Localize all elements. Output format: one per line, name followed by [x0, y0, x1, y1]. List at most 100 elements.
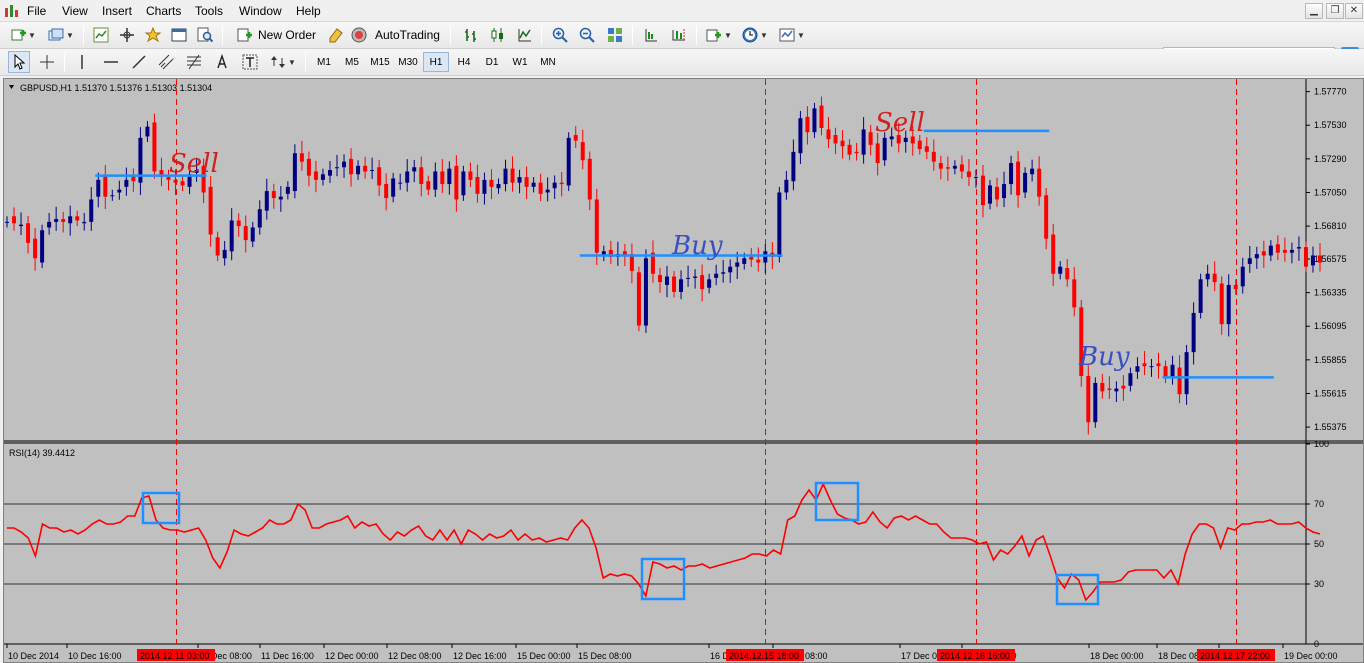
- new-chart-button[interactable]: ▼: [6, 24, 40, 46]
- periods-button[interactable]: ▼: [739, 24, 771, 46]
- tile-windows-button[interactable]: [604, 24, 626, 46]
- timeframe-w1[interactable]: W1: [507, 52, 533, 72]
- candle-body: [5, 221, 9, 223]
- time-tick-label: 12 Dec 00:00: [325, 651, 379, 661]
- candle-body: [433, 171, 438, 190]
- price-tick-label: 1.55375: [1314, 422, 1347, 432]
- candle-body: [1093, 382, 1098, 423]
- market-watch-button[interactable]: [90, 24, 112, 46]
- vline-time-label: 2014.12.11 03:00: [140, 651, 209, 661]
- menu-tools[interactable]: Tools: [195, 4, 223, 18]
- timeframe-mn[interactable]: MN: [535, 52, 561, 72]
- candle-body: [440, 171, 445, 185]
- autoscroll-button[interactable]: [668, 24, 690, 46]
- candle-body: [12, 216, 17, 224]
- tester-button[interactable]: [194, 24, 216, 46]
- menu-window[interactable]: Window: [239, 4, 282, 18]
- price-tick-label: 1.56810: [1314, 221, 1347, 231]
- new-order-button[interactable]: New Order: [236, 24, 320, 46]
- cursor-button[interactable]: [8, 51, 30, 73]
- equidistant-channel-button[interactable]: [155, 51, 177, 73]
- candle-body: [1170, 364, 1175, 378]
- candle-body: [966, 171, 971, 178]
- candle-body: [503, 168, 508, 185]
- candlestick-button[interactable]: [487, 24, 509, 46]
- chart-window[interactable]: 1.57770 1.57530 1.57290 1.57050 1.56810 1.565…: [3, 78, 1364, 663]
- timeframe-m30[interactable]: M30: [395, 52, 421, 72]
- candle-body: [995, 186, 1000, 200]
- chart-canvas[interactable]: 1.577701.575301.572901.570501.568101.565…: [4, 79, 1363, 662]
- restore-button[interactable]: ❐: [1326, 3, 1344, 19]
- candle-body: [791, 151, 796, 182]
- navigator-button[interactable]: [116, 24, 138, 46]
- zoom-in-button[interactable]: [549, 24, 571, 46]
- menu-charts[interactable]: Charts: [146, 4, 181, 18]
- candle-body: [384, 184, 389, 199]
- timeframe-h4[interactable]: H4: [451, 52, 477, 72]
- candle-body: [587, 158, 592, 200]
- timeframe-m5[interactable]: M5: [339, 52, 365, 72]
- candle-body: [1023, 172, 1028, 193]
- candle-body: [819, 105, 824, 129]
- price-tick-label: 1.57290: [1314, 154, 1347, 164]
- menu-file[interactable]: File: [27, 4, 46, 18]
- text-button[interactable]: [211, 51, 233, 73]
- rsi-tick-label: 70: [1314, 499, 1324, 509]
- crosshair-button[interactable]: [36, 51, 58, 73]
- vertical-line-button[interactable]: [72, 51, 92, 73]
- fibonacci-button[interactable]: [183, 51, 205, 73]
- cursor-icon: [14, 54, 26, 70]
- candle-body: [461, 171, 466, 196]
- bar-chart-button[interactable]: [460, 24, 482, 46]
- arrows-button[interactable]: ▼: [267, 51, 299, 73]
- indicators-button[interactable]: ▼: [703, 24, 735, 46]
- candle-body: [1086, 375, 1091, 423]
- candle-body: [124, 179, 129, 187]
- chart-shift-button[interactable]: [640, 24, 662, 46]
- candle-body: [763, 251, 768, 263]
- text-icon: [217, 54, 227, 69]
- horizontal-line-button[interactable]: [100, 51, 122, 73]
- standard-toolbar: ▼ ▼ New Order AutoTrading ▼ ▼ ▼: [0, 22, 1364, 67]
- minimize-button[interactable]: ▁: [1305, 3, 1323, 19]
- candle-body: [47, 221, 52, 228]
- new-order-label: New Order: [258, 28, 317, 42]
- metaeditor-button[interactable]: [325, 24, 347, 46]
- candle-body: [19, 224, 24, 227]
- line-chart-button[interactable]: [514, 24, 536, 46]
- favorites-button[interactable]: [142, 24, 164, 46]
- timeframe-d1[interactable]: D1: [479, 52, 505, 72]
- horizontal-line-icon: [104, 61, 118, 63]
- candle-body: [945, 167, 950, 169]
- text-label-icon: [242, 54, 258, 70]
- price-tick-label: 1.56095: [1314, 321, 1347, 331]
- candle-body: [271, 191, 276, 199]
- menu-help[interactable]: Help: [296, 4, 321, 18]
- candle-body: [496, 184, 501, 189]
- timeframe-h1[interactable]: H1: [423, 52, 449, 72]
- close-button[interactable]: ✕: [1345, 3, 1363, 19]
- candle-body: [1184, 352, 1189, 395]
- candle-body: [875, 143, 880, 164]
- zoom-out-button[interactable]: [576, 24, 598, 46]
- candle-body: [798, 118, 803, 154]
- trendline-button[interactable]: [128, 51, 150, 73]
- candle-body: [657, 275, 662, 283]
- autotrading-button[interactable]: AutoTrading: [351, 24, 443, 46]
- menu-view[interactable]: View: [62, 4, 88, 18]
- fibonacci-icon: [187, 54, 201, 70]
- candle-body: [756, 259, 761, 263]
- candle-body: [1037, 168, 1042, 197]
- templates-button[interactable]: ▼: [776, 24, 808, 46]
- text-label-button[interactable]: [239, 51, 261, 73]
- profiles-button[interactable]: ▼: [44, 24, 78, 46]
- candle-body: [327, 170, 332, 176]
- candle-body: [405, 171, 410, 183]
- magnifier-doc-icon: [197, 27, 213, 43]
- candle-body: [707, 279, 712, 288]
- menu-insert[interactable]: Insert: [102, 4, 132, 18]
- terminal-button[interactable]: [168, 24, 190, 46]
- candle-body: [714, 273, 719, 278]
- timeframe-m15[interactable]: M15: [367, 52, 393, 72]
- timeframe-m1[interactable]: M1: [311, 52, 337, 72]
